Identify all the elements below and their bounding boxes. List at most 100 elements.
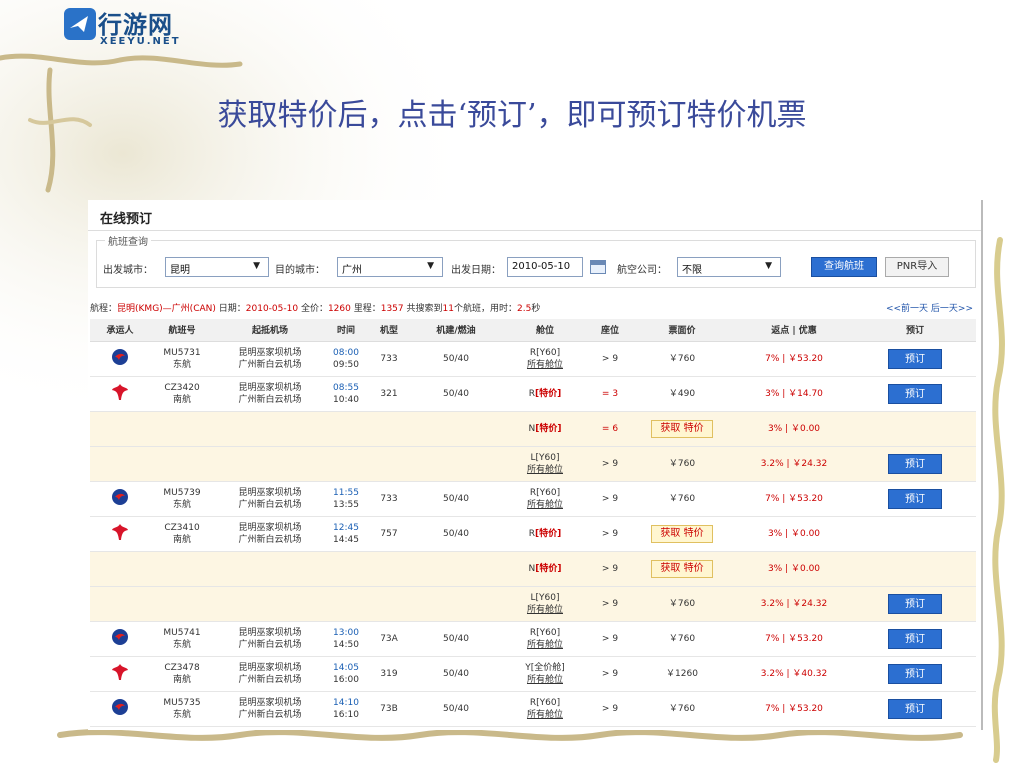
airline-select[interactable]: 不限 ▼: [677, 257, 781, 277]
query-flights-button[interactable]: 查询航班: [811, 257, 877, 277]
calendar-icon[interactable]: [590, 260, 606, 274]
pnr-import-button[interactable]: PNR导入: [885, 257, 949, 277]
seats-cell: = 3: [590, 376, 630, 412]
rebate-value: 7% | ￥53.20: [765, 633, 823, 644]
ticket-price: ￥490: [668, 388, 696, 399]
arrival-time: 13:55: [333, 499, 359, 510]
date-input[interactable]: 2010-05-10: [507, 257, 606, 277]
all-cabins-link[interactable]: 所有舱位: [527, 675, 563, 685]
rebate-cell: 7% | ￥53.20: [734, 621, 854, 657]
tax-cell: [412, 726, 500, 730]
fetch-special-price-button[interactable]: 获取 特价: [651, 419, 713, 438]
price-cell: ￥760: [630, 621, 734, 657]
airports-cell: 昆明巫家坝机场 广州新白云机场: [214, 691, 326, 727]
book-button[interactable]: 预订: [888, 488, 942, 509]
search-time: 2.5: [516, 304, 532, 314]
tax-cell: 50/40: [412, 376, 500, 412]
arrival-time: 16:10: [333, 709, 359, 720]
price-cell: [630, 726, 734, 730]
all-cabins-link[interactable]: 所有舱位: [527, 605, 563, 615]
all-cabins-link[interactable]: 所有舱位: [527, 465, 563, 475]
airports-cell: 昆明巫家坝机场 广州新白云机场: [214, 656, 326, 692]
rebate-value: 3.2% | ￥24.32: [760, 598, 828, 609]
fetch-special-price-button[interactable]: 获取 特价: [651, 524, 713, 543]
book-button[interactable]: 预订: [888, 698, 942, 719]
departure-time: 08:00: [333, 347, 359, 358]
rebate-value: 3.2% | ￥40.32: [760, 668, 828, 679]
site-logo: 行游网 XEEYU.NET: [62, 4, 186, 48]
carrier-cell: [90, 341, 150, 377]
book-cell: 预订: [854, 376, 976, 412]
seats-cell: > 9: [590, 586, 630, 622]
ticket-price: ￥760: [668, 353, 696, 364]
seats-cell: > 9: [590, 446, 630, 482]
china-eastern-logo-icon: [112, 628, 128, 645]
seats-cell: > 9: [590, 621, 630, 657]
chevron-down-icon: ▼: [427, 261, 434, 271]
cabin-special: [特价]: [535, 563, 562, 574]
class-cell: R[特价]: [500, 516, 590, 552]
ticket-price: ￥760: [668, 703, 696, 714]
plane-type: 757: [380, 528, 398, 539]
all-cabins-link[interactable]: 所有舱位: [527, 640, 563, 650]
seats-cell: > 9: [590, 481, 630, 517]
fetch-special-price-button[interactable]: 获取 特价: [651, 559, 713, 578]
table-header-row: 承运人 航班号 起抵机场 时间 机型 机建/燃油 舱位 座位 票面价 返点 | …: [90, 319, 976, 342]
plane-cell: 733: [366, 341, 412, 377]
rebate-cell: 3.2% | ￥40.32: [734, 656, 854, 692]
flight-cell: [150, 551, 214, 587]
to-city-label: 目的城市：: [275, 265, 325, 276]
from-city-label: 出发城市：: [103, 265, 153, 276]
book-button[interactable]: 预订: [888, 348, 942, 369]
plane-cell: [366, 551, 412, 587]
plane-cell: 73B: [366, 691, 412, 727]
all-cabins-link[interactable]: 所有舱位: [527, 710, 563, 720]
book-button[interactable]: 预订: [888, 663, 942, 684]
book-button[interactable]: 预订: [888, 593, 942, 614]
airports-cell: 昆明巫家坝机场 广州新白云机场: [214, 376, 326, 412]
china-southern-logo-icon: [112, 523, 128, 540]
book-cell: 预订: [854, 691, 976, 727]
seats-cell: [590, 726, 630, 730]
arrival-airport: 广州新白云机场: [238, 674, 302, 685]
flight-cell: CZ3410 南航: [150, 516, 214, 552]
logo-domain: XEEYU.NET: [100, 36, 181, 47]
table-subrow: N[特价] > 9 获取 特价 3% | ￥0.00: [90, 551, 976, 587]
plane-type: 73A: [380, 633, 398, 644]
all-cabins-link[interactable]: 所有舱位: [527, 500, 563, 510]
plane-type: 321: [380, 388, 398, 399]
rebate-value: 3% | ￥0.00: [767, 563, 821, 574]
flight-cell: MU5735 东航: [150, 691, 214, 727]
arrival-airport: 广州新白云机场: [238, 534, 302, 545]
book-button[interactable]: 预订: [888, 383, 942, 404]
carrier-cell: [90, 656, 150, 692]
book-button[interactable]: 预订: [888, 628, 942, 649]
col-airports: 起抵机场: [214, 319, 326, 342]
table-row: MU5731 东航 昆明巫家坝机场 广州新白云机场 08:00 09:50 733 50/40…: [90, 341, 976, 377]
to-city-select[interactable]: 广州 ▼: [337, 257, 443, 277]
class-cell: L[Y60] 所有舱位: [500, 446, 590, 482]
from-city-select[interactable]: 昆明 ▼: [165, 257, 269, 277]
arrival-airport: 广州新白云机场: [238, 394, 302, 405]
time-cell: [326, 726, 366, 730]
day-navigation[interactable]: <<前一天 后一天>>: [886, 301, 973, 314]
airline-label: 航空公司：: [617, 265, 667, 276]
col-class: 舱位: [500, 319, 590, 342]
cabin-code: L[Y60]: [530, 592, 560, 603]
time-cell: 11:55 13:55: [326, 481, 366, 517]
all-cabins-link[interactable]: 所有舱位: [527, 360, 563, 370]
flight-results-table: 承运人 航班号 起抵机场 时间 机型 机建/燃油 舱位 座位 票面价 返点 | …: [90, 319, 976, 730]
ticket-price: ￥760: [668, 493, 696, 504]
china-eastern-logo-icon: [112, 348, 128, 365]
seats-available: > 9: [601, 703, 619, 714]
tax-cell: 50/40: [412, 656, 500, 692]
rebate-cell: [734, 726, 854, 730]
col-rebate: 返点 | 优惠: [734, 319, 854, 342]
time-cell: 14:05 16:00: [326, 656, 366, 692]
cabin-code: Y[全价舱]: [525, 662, 565, 673]
book-button[interactable]: 预订: [888, 453, 942, 474]
rebate-value: 7% | ￥53.20: [765, 353, 823, 364]
table-row: CZ3410 南航 昆明巫家坝机场 广州新白云机场 12:45 14:45 757 50/40…: [90, 516, 976, 552]
plane-type: 319: [380, 668, 398, 679]
full-price: 1260: [327, 304, 351, 314]
